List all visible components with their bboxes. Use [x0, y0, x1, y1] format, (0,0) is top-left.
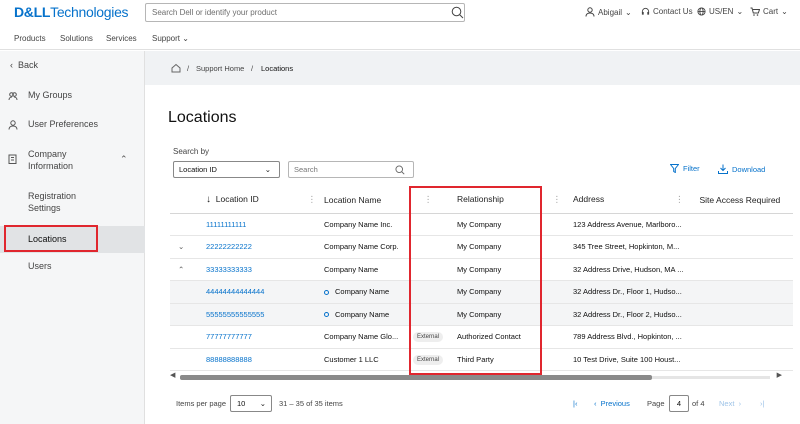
location-id-link[interactable]: 77777777777 [206, 332, 252, 341]
expand-chevron-icon[interactable]: ⌄ [178, 242, 206, 251]
globe-icon [697, 7, 706, 16]
locale-selector[interactable]: US/EN ⌄ [697, 7, 743, 16]
breadcrumb: / Support Home / Locations [145, 51, 800, 85]
location-id-link[interactable]: 55555555555555 [206, 310, 264, 319]
last-page-icon[interactable]: ›| [760, 399, 764, 408]
item-range: 31 – 35 of 35 items [279, 399, 343, 408]
previous-page-button[interactable]: ‹ Previous [594, 399, 630, 408]
search-icon[interactable] [451, 6, 464, 19]
location-id-link[interactable]: 44444444444444 [206, 287, 264, 296]
dell-logo[interactable]: D&LLTechnologies [14, 4, 129, 20]
chevron-left-icon: ‹ [10, 60, 13, 70]
next-page-button[interactable]: Next › [719, 399, 741, 408]
scrollbar-thumb[interactable] [180, 375, 652, 380]
cart-icon [750, 7, 760, 16]
download-icon [718, 164, 728, 174]
contact-us-link[interactable]: Contact Us [641, 7, 693, 16]
column-location-name[interactable]: Location Name [320, 187, 409, 214]
breadcrumb-support-home[interactable]: Support Home [196, 64, 244, 73]
nav-services[interactable]: Services [106, 34, 137, 43]
chevron-up-icon[interactable]: ⌃ [120, 154, 128, 165]
search-by-select[interactable]: Location ID ⌄ [173, 161, 280, 178]
sidebar-item-users[interactable]: Users [0, 261, 145, 281]
highlight-box-locations [4, 225, 98, 252]
filter-icon [670, 164, 679, 173]
page-title: Locations [168, 109, 237, 126]
sidebar-item-registration-settings[interactable]: Registration Settings [0, 190, 110, 216]
location-id-link[interactable]: 22222222222 [206, 242, 252, 251]
page-label: Page [647, 399, 665, 408]
user-icon [585, 7, 595, 17]
column-menu-icon[interactable]: ⋮ [308, 194, 317, 205]
chevron-down-icon: ⌄ [264, 165, 271, 174]
child-location-icon [324, 289, 329, 295]
sidebar-item-my-groups[interactable]: My Groups [0, 90, 145, 110]
main-nav: Products Solutions Services Support ⌄ [0, 28, 800, 50]
chevron-down-icon: ⌄ [736, 7, 744, 16]
first-page-icon[interactable]: |‹ [573, 399, 577, 408]
account-menu[interactable]: Abigail ⌄ [585, 7, 632, 17]
nav-products[interactable]: Products [14, 34, 46, 43]
highlight-box-relationship [409, 186, 542, 375]
cart-link[interactable]: Cart ⌄ [750, 7, 788, 16]
location-id-link[interactable]: 33333333333 [206, 265, 252, 274]
breadcrumb-current: Locations [261, 64, 294, 73]
top-bar: D&LLTechnologies Search Dell or identify… [0, 0, 800, 28]
chevron-down-icon: ⌄ [625, 7, 632, 17]
sidebar-item-user-preferences[interactable]: User Preferences [0, 119, 145, 139]
sort-down-icon: ↓ [206, 194, 211, 206]
search-by-label: Search by [173, 147, 210, 156]
column-menu-icon[interactable]: ⋮ [675, 194, 684, 205]
column-site-access-required[interactable]: Site Access Required [687, 187, 794, 214]
nav-solutions[interactable]: Solutions [60, 34, 93, 43]
collapse-chevron-icon[interactable]: ⌃ [178, 265, 206, 274]
page-count: of 4 [692, 399, 705, 408]
child-location-icon [324, 312, 329, 318]
column-location-id[interactable]: ↓ Location ID ⋮ [170, 187, 320, 214]
scroll-right-icon[interactable]: ▶ [777, 371, 782, 379]
groups-icon [8, 92, 18, 101]
chevron-down-icon: ⌄ [259, 399, 266, 408]
items-per-page-label: Items per page [176, 399, 227, 408]
download-button[interactable]: Download [718, 164, 765, 174]
search-icon[interactable] [395, 165, 405, 175]
location-id-link[interactable]: 88888888888 [206, 355, 252, 364]
building-icon [8, 154, 17, 164]
site-search-input[interactable]: Search Dell or identify your product [145, 3, 465, 22]
scroll-left-icon[interactable]: ◀ [170, 371, 175, 379]
sidebar-item-company-information[interactable]: Company Information [0, 148, 100, 174]
back-link[interactable]: ‹ Back [10, 60, 110, 70]
chevron-down-icon: ⌄ [182, 34, 189, 43]
column-address[interactable]: Address ⋮ [565, 187, 688, 214]
filter-button[interactable]: Filter [670, 164, 700, 173]
page-size-select[interactable]: 10 ⌄ [230, 395, 272, 412]
chevron-down-icon: ⌄ [781, 7, 788, 16]
location-id-link[interactable]: 11111111111 [206, 220, 246, 229]
home-icon[interactable] [171, 63, 181, 73]
horizontal-scrollbar[interactable]: ◀ ▶ [170, 371, 782, 381]
nav-support[interactable]: Support ⌄ [152, 34, 189, 43]
headset-icon [641, 7, 650, 15]
page-number-input[interactable]: 4 [669, 395, 689, 412]
column-menu-icon[interactable]: ⋮ [553, 194, 562, 205]
user-icon [8, 120, 18, 130]
table-search-input[interactable]: Search [288, 161, 414, 178]
